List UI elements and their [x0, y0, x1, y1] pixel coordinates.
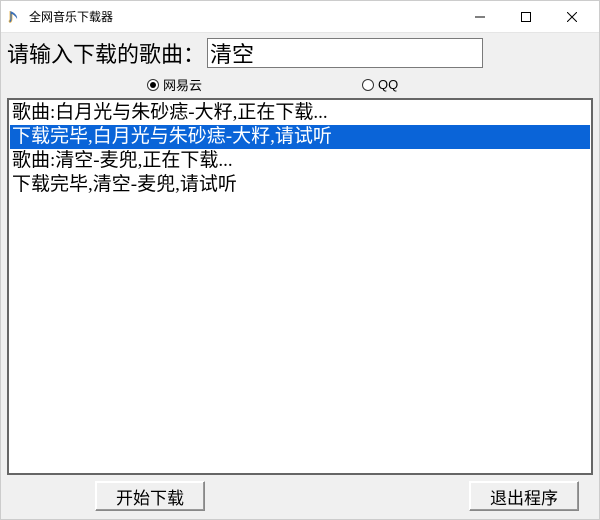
song-input[interactable] — [207, 38, 483, 68]
source-radio-row: 网易云 QQ — [5, 73, 595, 98]
download-button[interactable]: 开始下载 — [95, 481, 205, 511]
list-item[interactable]: 下载完毕,清空-麦兜,请试听 — [10, 173, 590, 197]
button-row: 开始下载 退出程序 — [5, 475, 595, 515]
title-bar: 全网音乐下载器 — [1, 1, 599, 33]
log-listbox[interactable]: 歌曲:白月光与朱砂痣-大籽,正在下载...下载完毕,白月光与朱砂痣-大籽,请试听… — [7, 98, 593, 475]
radio-label-netease: 网易云 — [163, 75, 202, 94]
content-area: 请输入下载的歌曲： 网易云 QQ 歌曲:白月光与朱砂痣-大籽,正在下载...下载… — [1, 33, 599, 519]
maximize-button[interactable] — [503, 1, 549, 33]
download-button-label: 开始下载 — [116, 484, 184, 509]
minimize-button[interactable] — [457, 1, 503, 33]
app-icon — [7, 9, 23, 25]
radio-label-qq: QQ — [378, 77, 398, 92]
radio-netease[interactable]: 网易云 — [147, 75, 202, 94]
list-item[interactable]: 歌曲:白月光与朱砂痣-大籽,正在下载... — [10, 101, 590, 125]
app-window: 全网音乐下载器 请输入下载的歌曲： 网易云 QQ — [0, 0, 600, 520]
exit-button-label: 退出程序 — [490, 484, 558, 509]
list-item[interactable]: 下载完毕,白月光与朱砂痣-大籽,请试听 — [10, 125, 590, 149]
input-row: 请输入下载的歌曲： — [5, 35, 595, 73]
radio-dot-icon — [362, 79, 374, 91]
radio-group: 网易云 QQ — [147, 75, 558, 94]
radio-qq[interactable]: QQ — [362, 77, 398, 92]
list-item[interactable]: 歌曲:清空-麦兜,正在下载... — [10, 149, 590, 173]
window-title: 全网音乐下载器 — [29, 8, 113, 25]
close-button[interactable] — [549, 1, 595, 33]
radio-dot-icon — [147, 79, 159, 91]
exit-button[interactable]: 退出程序 — [469, 481, 579, 511]
input-label: 请输入下载的歌曲： — [7, 37, 205, 69]
